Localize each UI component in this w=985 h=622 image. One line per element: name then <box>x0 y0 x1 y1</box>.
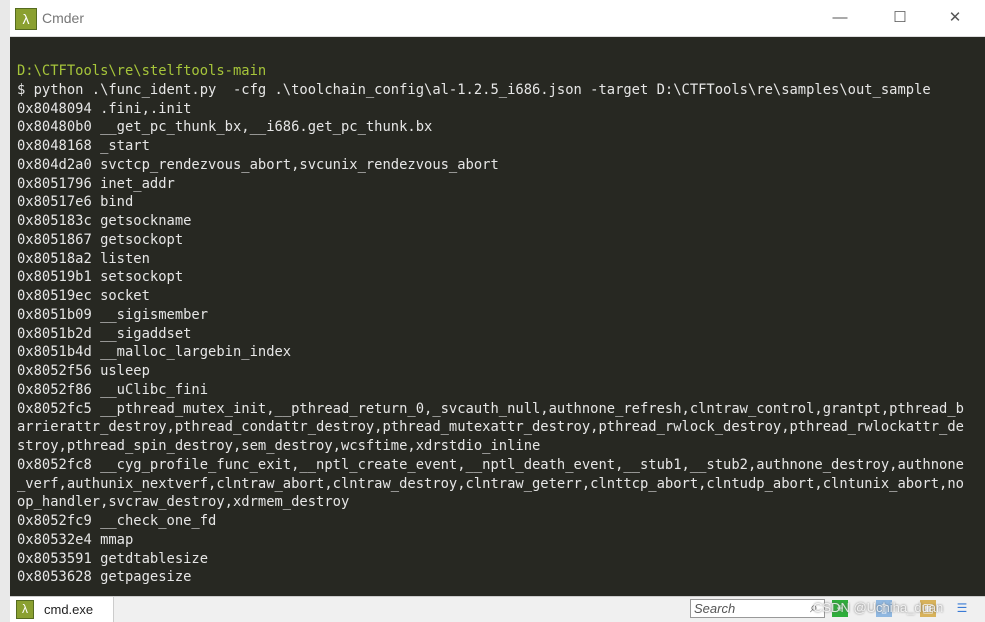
output-line: 0x8051b09 __sigismember <box>17 306 209 323</box>
output-line: stroy,pthread_spin_destroy,sem_destroy,w… <box>17 438 541 454</box>
output-line: 0x8052f56 usleep <box>17 363 150 379</box>
output-line: 0x8048094 .fini,.init <box>17 100 192 117</box>
window-title: Cmder <box>42 10 85 26</box>
output-line: 0x8051796 inet_addr <box>17 175 175 192</box>
tab-cmd-exe[interactable]: λ cmd.exe <box>10 597 114 622</box>
output-line: 0x8052fc8 __cyg_profile_func_exit,__nptl… <box>17 456 964 473</box>
output-line: 0x80518a2 listen <box>17 250 150 267</box>
output-line: 0x8051b4d __malloc_largebin_index <box>17 344 292 361</box>
minimize-button[interactable]: — <box>825 6 855 30</box>
output-line: 0x805183c getsockname <box>17 213 192 229</box>
cmder-lambda-icon: λ <box>15 8 37 30</box>
output-line: 0x80532e4 mmap <box>17 531 134 548</box>
output-line: 0x8048168 _start <box>17 138 150 154</box>
output-line: 0x80519b1 setsockopt <box>17 269 184 286</box>
close-button[interactable]: ✕ <box>940 6 970 30</box>
output-line: 0x8052fc9 __check_one_fd <box>17 513 217 529</box>
menu-icon[interactable]: ☰ <box>954 600 970 617</box>
output-line: 0x804d2a0 svctcp_rendezvous_abort,svcuni… <box>17 156 499 173</box>
output-line: 0x8052fc5 __pthread_mutex_init,__pthread… <box>17 400 964 417</box>
search-input[interactable]: Search <box>690 599 825 618</box>
current-path: D:\CTFTools\re\stelftools-main <box>17 63 267 79</box>
tab-label: cmd.exe <box>44 602 94 617</box>
output-line: 0x8052f86 __uClibc_fini <box>17 381 209 398</box>
watermark: CSDN @Uchiha_duan <box>813 600 944 615</box>
output-line: _verf,authunix_nextverf,clntraw_abort,cl… <box>17 475 964 492</box>
output-line: 0x8051b2d __sigaddset <box>17 325 192 342</box>
output-line: arrierattr_destroy,pthread_condattr_dest… <box>17 419 964 436</box>
output-line: 0x80519ec socket <box>17 288 150 304</box>
maximize-button[interactable]: ☐ <box>885 6 915 30</box>
output-line: 0x8053591 getdtablesize <box>17 550 209 567</box>
output-line: 0x80480b0 __get_pc_thunk_bx,__i686.get_p… <box>17 119 433 136</box>
terminal-output[interactable]: D:\CTFTools\re\stelftools-main $ python .… <box>10 37 985 596</box>
lambda-icon: λ <box>16 600 34 619</box>
output-line: 0x8053628 getpagesize <box>17 569 192 586</box>
status-bar: λ cmd.exe Search ⌕ + ▯ ▣ ☰ CSDN @Uchiha_… <box>10 596 985 622</box>
output-line: op_handler,svcraw_destroy,xdrmem_destroy <box>17 494 350 511</box>
output-line: $ python .\func_ident.py -cfg .\toolchai… <box>17 81 931 98</box>
output-line: 0x80517e6 bind <box>17 194 134 211</box>
title-bar: λ Cmder — ☐ ✕ <box>10 0 985 37</box>
output-line: 0x8051867 getsockopt <box>17 231 184 248</box>
